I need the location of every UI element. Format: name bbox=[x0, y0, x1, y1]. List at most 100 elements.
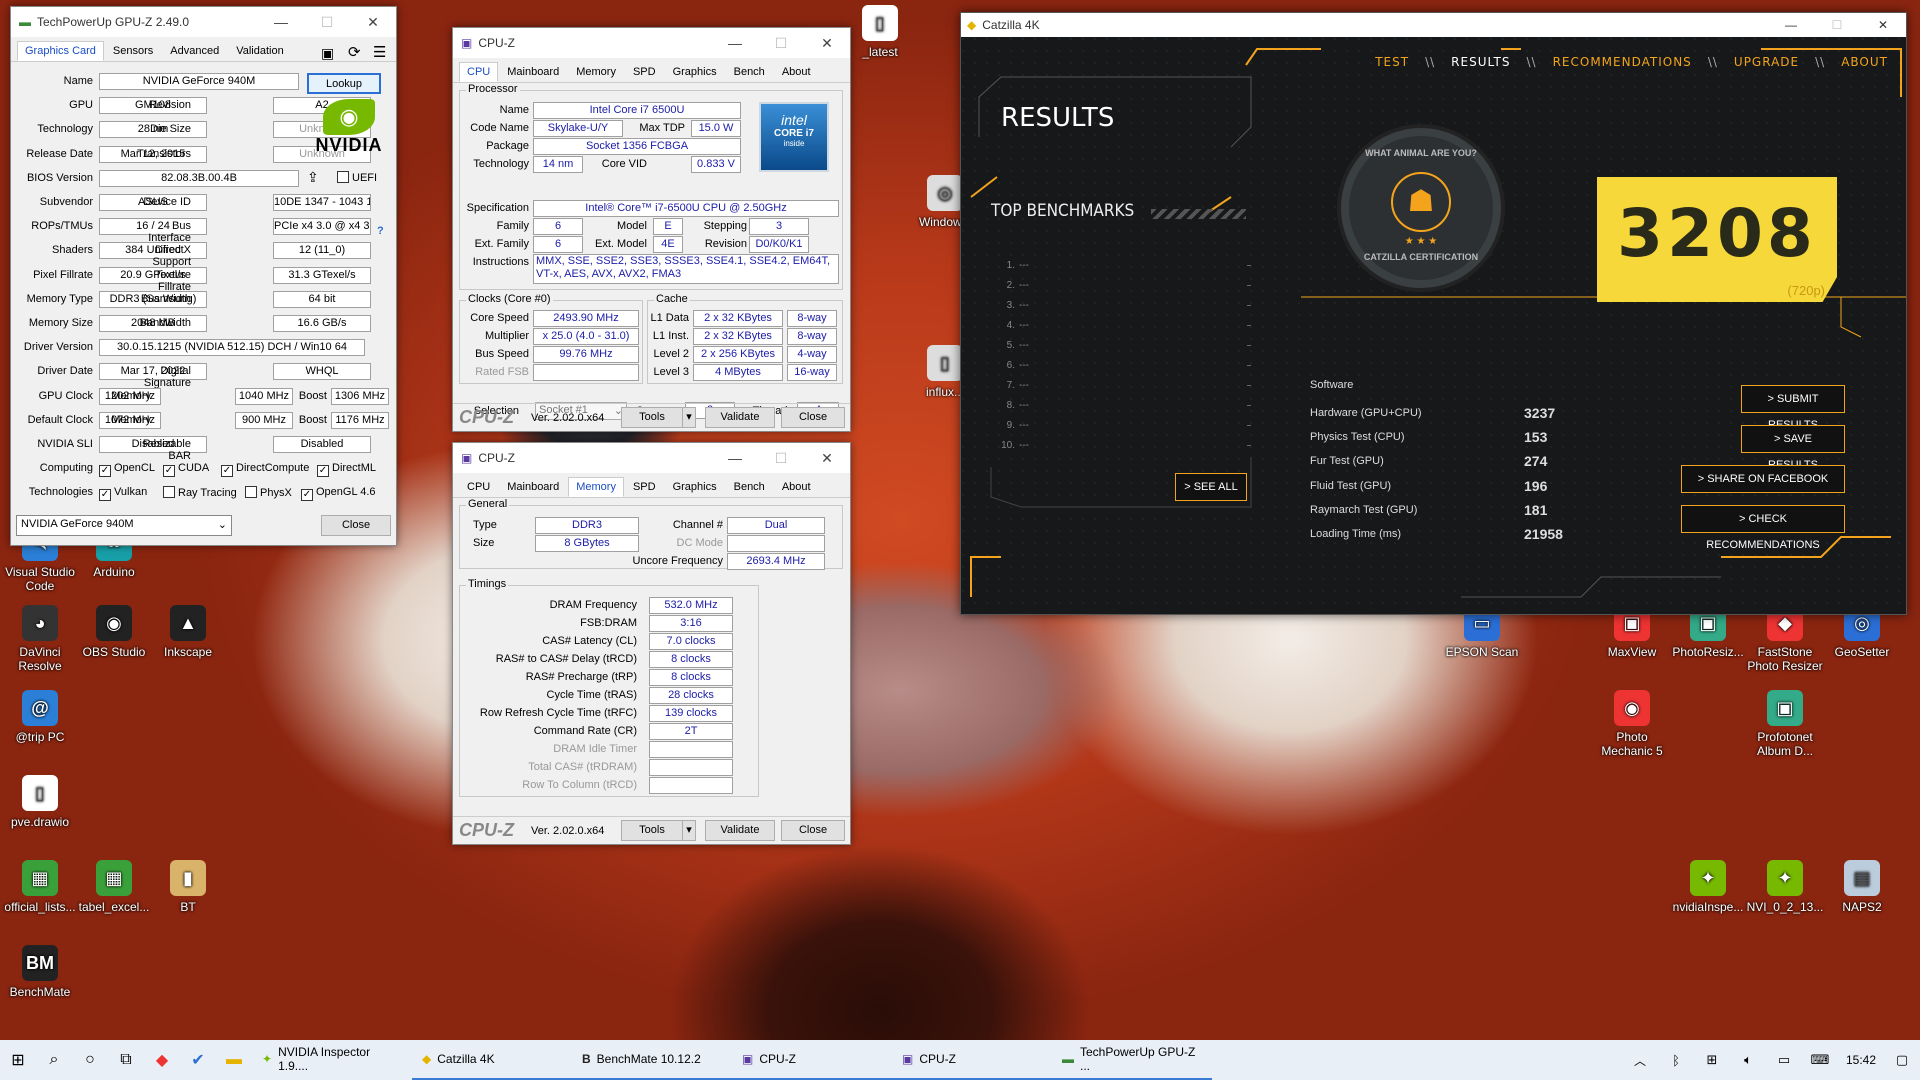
desktop-icon[interactable]: ◆ FastStone Photo Resizer bbox=[1745, 605, 1825, 673]
desktop-icon[interactable]: ◉ Photo Mechanic 5 bbox=[1592, 690, 1672, 758]
gpuz-titlebar[interactable]: ▬ TechPowerUp GPU-Z 2.49.0 — ☐ ✕ bbox=[11, 7, 396, 37]
share-icon[interactable]: ⇪ bbox=[307, 169, 319, 186]
minimize-icon[interactable]: — bbox=[712, 450, 758, 466]
desktop-icon[interactable]: ✦ nvidiaInspe... bbox=[1668, 860, 1748, 914]
validate-button[interactable]: Validate bbox=[705, 407, 775, 428]
file-explorer-icon[interactable]: ▬ bbox=[216, 1040, 252, 1080]
tab-about[interactable]: About bbox=[774, 477, 819, 497]
taskbar-app-button[interactable]: ✦ NVIDIA Inspector 1.9.... bbox=[252, 1040, 412, 1080]
result-label: Loading Time (ms) bbox=[1310, 528, 1402, 540]
nav-recommendations[interactable]: RECOMMENDATIONS bbox=[1543, 55, 1702, 69]
desktop-icon[interactable]: BM BenchMate bbox=[0, 945, 80, 999]
minimize-icon[interactable]: — bbox=[712, 35, 758, 51]
tray-chevron-icon[interactable]: ︿ bbox=[1622, 1040, 1658, 1080]
taskbar-app-button[interactable]: B BenchMate 10.12.2 bbox=[572, 1040, 732, 1080]
catzilla-titlebar[interactable]: ◆ Catzilla 4K — ☐ ✕ bbox=[961, 13, 1906, 37]
submit-results-button[interactable]: > SUBMIT RESULTS bbox=[1741, 385, 1845, 431]
bluetooth-icon[interactable]: ᛒ bbox=[1658, 1040, 1694, 1080]
tools-button[interactable]: Tools bbox=[621, 407, 683, 428]
close-icon[interactable]: ✕ bbox=[1860, 18, 1906, 32]
lookup-button[interactable]: Lookup bbox=[307, 73, 381, 94]
close-button[interactable]: Close bbox=[781, 407, 845, 428]
desktop-icon[interactable]: ▯ pve.drawio bbox=[0, 775, 80, 829]
cpuz2-titlebar[interactable]: ▣ CPU-Z — ☐ ✕ bbox=[453, 443, 850, 473]
network-icon[interactable]: ⊞ bbox=[1694, 1040, 1730, 1080]
search-icon[interactable]: ⌕ bbox=[36, 1040, 72, 1080]
desktop-icon[interactable]: ◕ DaVinci Resolve bbox=[0, 605, 80, 673]
desktop-icon[interactable]: ▲ Inkscape bbox=[148, 605, 228, 659]
desktop-icon[interactable]: ◉ OBS Studio bbox=[74, 605, 154, 659]
close-button[interactable]: Close bbox=[781, 820, 845, 841]
nav-test[interactable]: TEST bbox=[1365, 55, 1419, 69]
desktop-icon[interactable]: ▤ NAPS2 bbox=[1822, 860, 1902, 914]
maximize-icon[interactable]: ☐ bbox=[1814, 18, 1860, 32]
vivaldi-icon[interactable]: ◆ bbox=[144, 1040, 180, 1080]
desktop-icon[interactable]: ▦ official_lists... bbox=[0, 860, 80, 914]
tab-spd[interactable]: SPD bbox=[625, 62, 664, 82]
tab-validation[interactable]: Validation bbox=[228, 41, 292, 61]
tab-graphics-card[interactable]: Graphics Card bbox=[17, 41, 104, 61]
desktop-icon[interactable]: ▣ Profotonet Album D... bbox=[1745, 690, 1825, 758]
tab-graphics[interactable]: Graphics bbox=[665, 477, 725, 497]
tab-cpu[interactable]: CPU bbox=[459, 477, 498, 497]
windows-start-icon[interactable]: ⊞ bbox=[0, 1040, 36, 1080]
desktop-icon[interactable]: ▮ BT bbox=[148, 860, 228, 914]
notifications-icon[interactable]: ▢ bbox=[1884, 1040, 1920, 1080]
clock-icon[interactable]: 15:42 bbox=[1838, 1040, 1884, 1080]
share-facebook-button[interactable]: > SHARE ON FACEBOOK bbox=[1681, 465, 1845, 493]
nav-upgrade[interactable]: UPGRADE bbox=[1724, 55, 1809, 69]
desktop-icon[interactable]: ▦ tabel_excel... bbox=[74, 860, 154, 914]
taskbar-app-button[interactable]: ▣ CPU-Z bbox=[892, 1040, 1052, 1080]
menu-icon[interactable]: ☰ bbox=[373, 43, 386, 61]
close-button[interactable]: Close bbox=[321, 515, 391, 536]
desktop-icon[interactable]: @ @trip PC bbox=[0, 690, 80, 744]
close-icon[interactable]: ✕ bbox=[350, 14, 396, 31]
nav-about[interactable]: ABOUT bbox=[1831, 55, 1898, 69]
tab-bench[interactable]: Bench bbox=[726, 477, 773, 497]
tab-cpu[interactable]: CPU bbox=[459, 62, 499, 82]
tab-mainboard[interactable]: Mainboard bbox=[499, 62, 567, 82]
task-view-icon[interactable]: ⧉ bbox=[108, 1040, 144, 1080]
cortana-icon[interactable]: ○ bbox=[72, 1040, 108, 1080]
minimize-icon[interactable]: — bbox=[258, 14, 304, 30]
validate-button[interactable]: Validate bbox=[705, 820, 775, 841]
maximize-icon[interactable]: ☐ bbox=[304, 14, 350, 31]
battery-icon[interactable]: ▭ bbox=[1766, 1040, 1802, 1080]
tab-mainboard[interactable]: Mainboard bbox=[499, 477, 567, 497]
checkmark-app-icon[interactable]: ✔ bbox=[180, 1040, 216, 1080]
tab-about[interactable]: About bbox=[774, 62, 819, 82]
nav-results[interactable]: RESULTS bbox=[1441, 55, 1520, 69]
close-icon[interactable]: ✕ bbox=[804, 35, 850, 52]
taskbar-app-button[interactable]: ▣ CPU-Z bbox=[732, 1040, 892, 1080]
close-icon[interactable]: ✕ bbox=[804, 450, 850, 467]
tools-dropdown-icon[interactable]: ▾ bbox=[682, 820, 696, 841]
clock-time: 15:42 bbox=[1845, 1053, 1876, 1067]
save-results-button[interactable]: > SAVE RESULTS bbox=[1741, 425, 1845, 471]
tab-bench[interactable]: Bench bbox=[726, 62, 773, 82]
device-select[interactable]: NVIDIA GeForce 940M ⌄ bbox=[16, 515, 232, 536]
desktop-icon[interactable]: ✦ NVI_0_2_13... bbox=[1745, 860, 1825, 914]
uefi-checkbox[interactable]: UEFI bbox=[337, 171, 377, 184]
tab-sensors[interactable]: Sensors bbox=[105, 41, 161, 61]
tools-button[interactable]: Tools bbox=[621, 820, 683, 841]
tools-dropdown-icon[interactable]: ▾ bbox=[682, 407, 696, 428]
maximize-icon[interactable]: ☐ bbox=[758, 450, 804, 467]
tab-memory[interactable]: Memory bbox=[568, 477, 624, 497]
volume-icon[interactable]: 🔈︎ bbox=[1730, 1040, 1766, 1080]
see-all-button[interactable]: > SEE ALL bbox=[1175, 473, 1247, 501]
tab-memory[interactable]: Memory bbox=[568, 62, 624, 82]
keyboard-icon[interactable]: ⌨ bbox=[1802, 1040, 1838, 1080]
minimize-icon[interactable]: — bbox=[1768, 18, 1814, 32]
tab-advanced[interactable]: Advanced bbox=[162, 41, 227, 61]
maximize-icon[interactable]: ☐ bbox=[758, 35, 804, 52]
tab-graphics[interactable]: Graphics bbox=[665, 62, 725, 82]
camera-icon[interactable]: ▣ bbox=[321, 45, 334, 62]
taskbar-app-button[interactable]: ◆ Catzilla 4K bbox=[412, 1040, 572, 1080]
tab-spd[interactable]: SPD bbox=[625, 477, 664, 497]
help-icon[interactable]: ? bbox=[377, 225, 384, 237]
cpuz1-titlebar[interactable]: ▣ CPU-Z — ☐ ✕ bbox=[453, 28, 850, 58]
desktop-icon[interactable]: ▯ _latest bbox=[840, 5, 920, 59]
check-recommendations-button[interactable]: > CHECK RECOMMENDATIONS bbox=[1681, 505, 1845, 551]
taskbar-app-button[interactable]: ▬ TechPowerUp GPU-Z ... bbox=[1052, 1040, 1212, 1080]
refresh-icon[interactable]: ⟳ bbox=[348, 43, 361, 61]
